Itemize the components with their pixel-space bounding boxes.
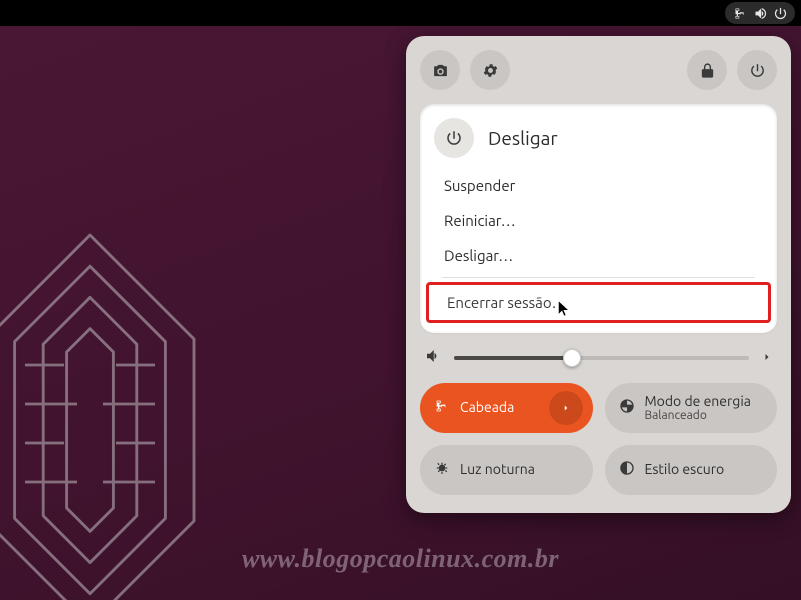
tile-night-light[interactable]: Luz noturna [420, 445, 593, 495]
menu-item-poweroff[interactable]: Desligar… [420, 238, 777, 273]
menu-item-restart[interactable]: Reiniciar… [420, 203, 777, 238]
tile-night-light-label: Luz noturna [460, 462, 583, 477]
volume-row [420, 347, 777, 369]
panel-top-row [420, 50, 777, 90]
volume-more-button[interactable] [761, 349, 773, 367]
power-icon [434, 118, 474, 158]
tile-wired-expand[interactable] [549, 391, 583, 425]
mouse-cursor [557, 299, 571, 319]
settings-button[interactable] [470, 50, 510, 90]
screenshot-button[interactable] [420, 50, 460, 90]
power-icon [749, 62, 766, 79]
tile-dark-style-label: Estilo escuro [645, 462, 768, 477]
quick-tiles: Cabeada Modo de energia Balanceado Luz n… [420, 383, 777, 495]
tile-power-mode-label: Modo de energia [645, 394, 768, 409]
power-submenu-header: Desligar [420, 116, 777, 168]
power-submenu-title: Desligar [488, 127, 558, 149]
tile-dark-style[interactable]: Estilo escuro [605, 445, 778, 495]
menu-item-logout-label: Encerrar sessão… [447, 294, 567, 311]
menu-item-suspend[interactable]: Suspender [420, 168, 777, 203]
settings-icon [482, 62, 499, 79]
power-mode-icon [619, 398, 635, 418]
chevron-right-icon [761, 351, 773, 363]
network-wired-icon [434, 398, 450, 418]
dark-style-icon [619, 460, 635, 480]
lock-button[interactable] [687, 50, 727, 90]
tile-wired-label: Cabeada [460, 400, 539, 415]
top-bar [0, 0, 801, 26]
chevron-right-icon [561, 403, 571, 413]
power-button[interactable] [737, 50, 777, 90]
volume-icon [751, 4, 769, 22]
system-tray[interactable] [725, 2, 795, 24]
power-icon [771, 4, 789, 22]
quick-settings-panel: Desligar Suspender Reiniciar… Desligar… … [406, 36, 791, 513]
network-wired-icon [731, 4, 749, 22]
menu-item-logout[interactable]: Encerrar sessão… [426, 282, 771, 323]
volume-icon [424, 347, 442, 369]
power-submenu: Desligar Suspender Reiniciar… Desligar… … [420, 104, 777, 333]
menu-separator [442, 277, 755, 278]
watermark-text: www.blogopcaolinux.com.br [0, 544, 801, 574]
tile-power-mode-sub: Balanceado [645, 409, 768, 422]
volume-slider[interactable] [454, 348, 749, 368]
tile-power-mode[interactable]: Modo de energia Balanceado [605, 383, 778, 433]
camera-icon [432, 62, 449, 79]
night-light-icon [434, 460, 450, 480]
lock-icon [699, 62, 716, 79]
tile-wired[interactable]: Cabeada [420, 383, 593, 433]
